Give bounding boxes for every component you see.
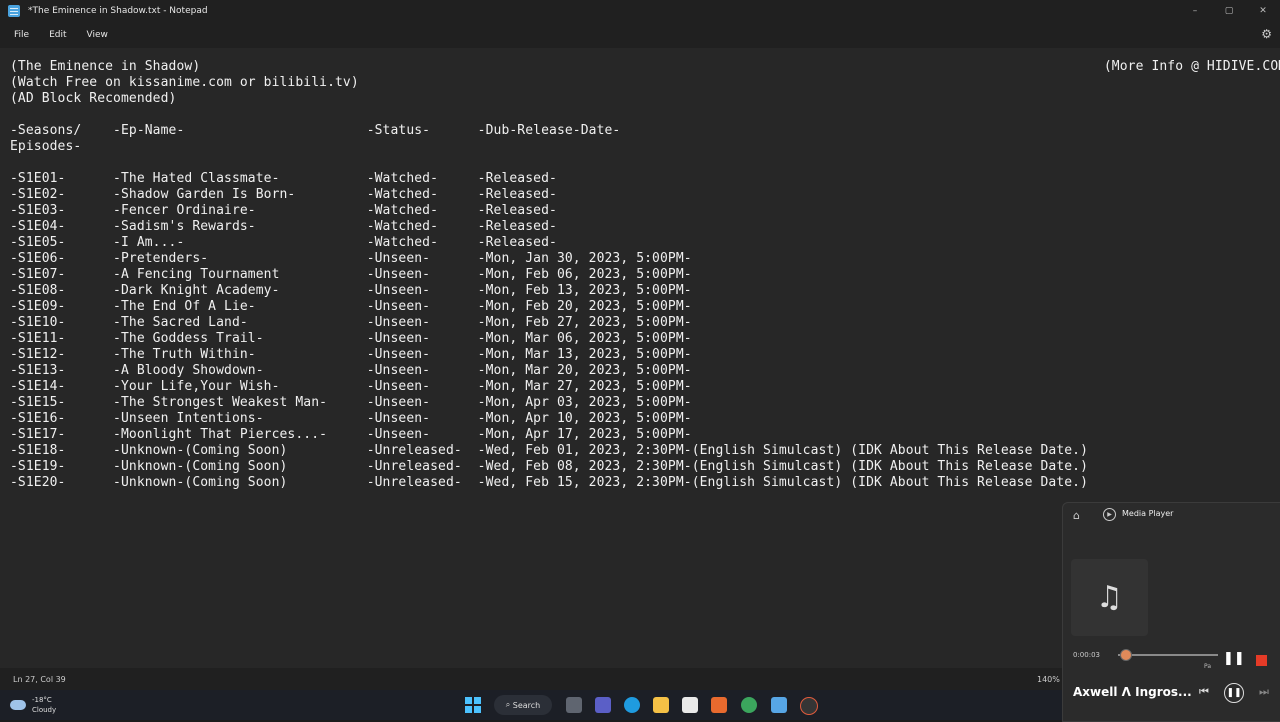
home-icon[interactable]: ⌂ <box>1073 509 1080 522</box>
store-icon[interactable] <box>682 697 698 713</box>
edge-icon[interactable] <box>624 697 640 713</box>
text-line: -S1E09- -The End Of A Lie- -Unseen- -Mon… <box>10 299 692 314</box>
notepad-icon <box>8 5 20 17</box>
play-pause-button[interactable]: ❚❚ <box>1224 683 1244 703</box>
text-line: Episodes- <box>10 139 82 154</box>
temperature: -18°C <box>32 696 52 704</box>
menu-bar: File Edit View <box>0 22 1280 48</box>
media-player-icon[interactable] <box>800 697 818 715</box>
text-line: -S1E16- -Unseen Intentions- -Unseen- -Mo… <box>10 411 692 426</box>
text-line: -S1E11- -The Goddess Trail- -Unseen- -Mo… <box>10 331 692 346</box>
text-line: -S1E13- -A Bloody Showdown- -Unseen- -Mo… <box>10 363 692 378</box>
text-line: -S1E04- -Sadism's Rewards- -Watched- -Re… <box>10 219 557 234</box>
text-line: -S1E15- -The Strongest Weakest Man- -Uns… <box>10 395 692 410</box>
weather-condition: Cloudy <box>32 706 57 714</box>
search-icon: ⌕ <box>505 700 513 709</box>
text-line: -S1E14- -Your Life,Your Wish- -Unseen- -… <box>10 379 692 394</box>
text-line: -S1E01- -The Hated Classmate- -Watched- … <box>10 171 557 186</box>
cloud-icon <box>10 700 26 710</box>
file-explorer-icon[interactable] <box>653 697 669 713</box>
text-line: -S1E20- -Unknown-(Coming Soon) -Unreleas… <box>10 475 1089 490</box>
close-button[interactable]: ✕ <box>1246 0 1280 22</box>
task-view-icon[interactable] <box>566 697 582 713</box>
next-track-icon[interactable]: ⏭ <box>1259 685 1269 699</box>
media-player-flyout: ⌂ ▶ Media Player ♫ 0:00:03 ❚❚ Pa Axwell … <box>1062 502 1280 722</box>
text-line: -S1E19- -Unknown-(Coming Soon) -Unreleas… <box>10 459 1089 474</box>
maximize-button[interactable]: ▢ <box>1212 0 1246 22</box>
previous-track-icon[interactable]: ⏮ <box>1199 685 1209 699</box>
menu-edit[interactable]: Edit <box>43 28 72 42</box>
seek-bar[interactable] <box>1118 654 1218 656</box>
window-controls: – ▢ ✕ <box>1178 0 1280 22</box>
notepad-taskbar-icon[interactable] <box>771 697 787 713</box>
text-line: -S1E12- -The Truth Within- -Unseen- -Mon… <box>10 347 692 362</box>
zoom-level[interactable]: 140% <box>1037 675 1060 684</box>
text-line: (AD Block Recomended) <box>10 91 177 106</box>
settings-gear-icon[interactable]: ⚙ <box>1261 27 1272 41</box>
seek-handle[interactable] <box>1120 649 1132 661</box>
text-line: -S1E10- -The Sacred Land- -Unseen- -Mon,… <box>10 315 692 330</box>
text-line: (The Eminence in Shadow) (More Info @ HI… <box>10 59 1280 74</box>
media-player-app-icon: ▶ <box>1103 508 1116 521</box>
text-line: -S1E02- -Shadow Garden Is Born- -Watched… <box>10 187 557 202</box>
window-title: *The Eminence in Shadow.txt - Notepad <box>28 6 208 16</box>
text-line: -S1E07- -A Fencing Tournament -Unseen- -… <box>10 267 692 282</box>
minimize-button[interactable]: – <box>1178 0 1212 22</box>
text-line: -S1E08- -Dark Knight Academy- -Unseen- -… <box>10 283 692 298</box>
text-line: -Seasons/ -Ep-Name- -Status- -Dub-Releas… <box>10 123 621 138</box>
menu-view[interactable]: View <box>81 28 114 42</box>
text-line: -S1E06- -Pretenders- -Unseen- -Mon, Jan … <box>10 251 692 266</box>
search-label: Search <box>512 700 541 710</box>
tooltip: Pa <box>1204 663 1212 670</box>
teams-chat-icon[interactable] <box>595 697 611 713</box>
text-line: -S1E17- -Moonlight That Pierces...- -Uns… <box>10 427 692 442</box>
weather-widget[interactable]: -18°C Cloudy <box>10 695 56 715</box>
stop-icon[interactable] <box>1256 655 1267 666</box>
song-title: Axwell Λ Ingros... <box>1073 685 1192 699</box>
start-button[interactable] <box>465 697 481 713</box>
text-line: -S1E03- -Fencer Ordinaire- -Watched- -Re… <box>10 203 557 218</box>
cursor-position: Ln 27, Col 39 <box>13 675 66 684</box>
search-button[interactable]: ⌕ Search <box>494 695 552 715</box>
chrome-icon[interactable] <box>741 697 757 713</box>
music-note-icon: ♫ <box>1096 580 1123 615</box>
text-line: -S1E05- -I Am...- -Watched- -Released- <box>10 235 557 250</box>
title-bar: *The Eminence in Shadow.txt - Notepad – … <box>0 0 1280 22</box>
text-line: -S1E18- -Unknown-(Coming Soon) -Unreleas… <box>10 443 1089 458</box>
album-art: ♫ <box>1071 559 1148 636</box>
menu-file[interactable]: File <box>8 28 35 42</box>
pause-icon[interactable]: ❚❚ <box>1223 651 1245 666</box>
media-player-label: Media Player <box>1122 509 1174 518</box>
text-line: (Watch Free on kissanime.com or bilibili… <box>10 75 359 90</box>
paint-icon[interactable] <box>711 697 727 713</box>
elapsed-time: 0:00:03 <box>1073 651 1100 659</box>
